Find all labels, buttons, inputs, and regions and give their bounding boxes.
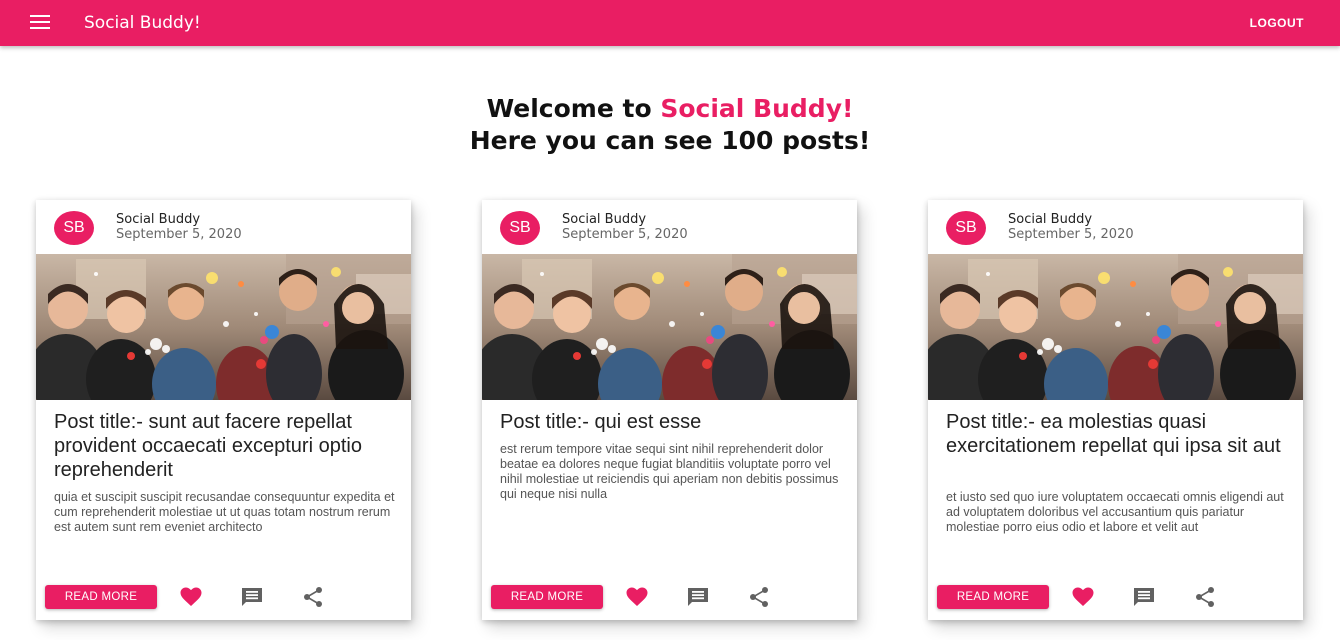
- read-more-button[interactable]: READ MORE: [45, 585, 157, 609]
- post-image: [928, 254, 1303, 400]
- post-date: September 5, 2020: [562, 227, 688, 242]
- comment-icon[interactable]: [240, 587, 264, 607]
- read-more-button[interactable]: READ MORE: [937, 585, 1049, 609]
- read-more-button[interactable]: READ MORE: [491, 585, 603, 609]
- card-actions: READ MORE: [491, 585, 851, 609]
- menu-icon[interactable]: [30, 15, 50, 31]
- heart-icon[interactable]: [1071, 587, 1095, 607]
- comment-icon[interactable]: [686, 587, 710, 607]
- post-author: Social Buddy: [1008, 212, 1093, 227]
- card-actions: READ MORE: [45, 585, 405, 609]
- post-title: Post title:- qui est esse: [500, 411, 702, 433]
- post-author: Social Buddy: [562, 212, 647, 227]
- post-date: September 5, 2020: [1008, 227, 1134, 242]
- app-title: Social Buddy!: [84, 13, 201, 33]
- heart-icon[interactable]: [625, 587, 649, 607]
- post-author: Social Buddy: [116, 212, 201, 227]
- post-body: quia et suscipit suscipit recusandae con…: [54, 490, 395, 534]
- avatar: SB: [54, 211, 94, 245]
- welcome-subtitle: Here you can see 100 posts!: [469, 126, 871, 155]
- share-icon[interactable]: [1193, 587, 1217, 607]
- post-card: SB Social Buddy September 5, 2020 Post t…: [482, 200, 857, 620]
- post-image: [482, 254, 857, 400]
- share-icon[interactable]: [747, 587, 771, 607]
- post-body: et iusto sed quo iure voluptatem occaeca…: [946, 490, 1284, 534]
- post-card: SB Social Buddy September 5, 2020 Post t…: [928, 200, 1303, 620]
- post-image: [36, 254, 411, 400]
- post-date: September 5, 2020: [116, 227, 242, 242]
- welcome-heading: Welcome to Social Buddy! Here you can se…: [0, 93, 1340, 157]
- post-title: Post title:- sunt aut facere repellat pr…: [54, 411, 362, 481]
- share-icon[interactable]: [301, 587, 325, 607]
- comment-icon[interactable]: [1132, 587, 1156, 607]
- post-title: Post title:- ea molestias quasi exercita…: [946, 411, 1281, 457]
- avatar: SB: [500, 211, 540, 245]
- app-bar: Social Buddy! LOGOUT: [0, 0, 1340, 46]
- avatar: SB: [946, 211, 986, 245]
- logout-button[interactable]: LOGOUT: [1250, 16, 1304, 30]
- heart-icon[interactable]: [179, 587, 203, 607]
- post-card: SB Social Buddy September 5, 2020 Post t…: [36, 200, 411, 620]
- post-body: est rerum tempore vitae sequi sint nihil…: [500, 442, 839, 501]
- welcome-brand: Social Buddy!: [660, 94, 854, 123]
- welcome-prefix: Welcome to: [486, 94, 661, 123]
- card-actions: READ MORE: [937, 585, 1297, 609]
